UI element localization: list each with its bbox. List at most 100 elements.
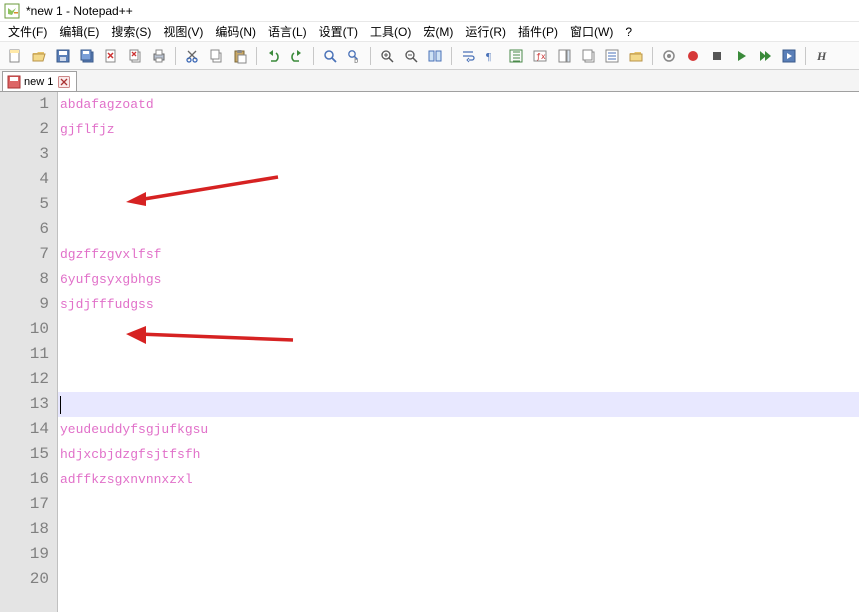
line-number: 15 (0, 442, 49, 467)
text-line[interactable]: adffkzsgxnvnnxzxl (58, 467, 859, 492)
menu-encoding[interactable]: 编码(N) (209, 21, 262, 42)
save-all-icon[interactable] (76, 45, 98, 67)
text-line[interactable] (58, 567, 859, 592)
text-line[interactable]: abdafagzoatd (58, 92, 859, 117)
tab-new-1[interactable]: new 1 (2, 71, 77, 91)
macro-stop-icon[interactable] (706, 45, 728, 67)
line-number: 14 (0, 417, 49, 442)
menu-language[interactable]: 语言(L) (262, 21, 313, 42)
text-line[interactable] (58, 542, 859, 567)
line-number: 9 (0, 292, 49, 317)
menu-search[interactable]: 搜索(S) (105, 21, 157, 42)
close-icon[interactable] (100, 45, 122, 67)
svg-text:ƒx: ƒx (536, 52, 546, 61)
show-invisibles-icon[interactable]: ¶ (481, 45, 503, 67)
text-line[interactable] (58, 192, 859, 217)
text-line[interactable] (58, 517, 859, 542)
macro-play-multi-icon[interactable] (754, 45, 776, 67)
redo-icon[interactable] (286, 45, 308, 67)
tab-close-icon[interactable] (58, 76, 70, 88)
text-line[interactable] (58, 367, 859, 392)
open-file-icon[interactable] (28, 45, 50, 67)
toolbar-separator (256, 47, 257, 65)
replace-icon[interactable]: b_c (343, 45, 365, 67)
menu-edit[interactable]: 编辑(E) (53, 21, 105, 42)
menu-view[interactable]: 视图(V) (157, 21, 209, 42)
menu-tools[interactable]: 工具(O) (364, 21, 417, 42)
svg-text:H: H (816, 49, 827, 63)
monitor-icon[interactable] (658, 45, 680, 67)
menu-bar: 文件(F) 编辑(E) 搜索(S) 视图(V) 编码(N) 语言(L) 设置(T… (0, 22, 859, 42)
line-number: 10 (0, 317, 49, 342)
text-line[interactable]: sjdjfffudgss (58, 292, 859, 317)
editor: 1234567891011121314151617181920 abdafagz… (0, 92, 859, 612)
macro-play-icon[interactable] (730, 45, 752, 67)
text-line[interactable]: dgzffzgvxlfsf (58, 242, 859, 267)
line-number: 2 (0, 117, 49, 142)
user-lang-icon[interactable]: ƒx (529, 45, 551, 67)
text-line[interactable] (58, 142, 859, 167)
line-number: 17 (0, 492, 49, 517)
line-number: 3 (0, 142, 49, 167)
print-icon[interactable] (148, 45, 170, 67)
new-file-icon[interactable] (4, 45, 26, 67)
line-number: 20 (0, 567, 49, 592)
line-number: 6 (0, 217, 49, 242)
menu-macro[interactable]: 宏(M) (417, 21, 459, 42)
text-line[interactable]: 6yufgsyxgbhgs (58, 267, 859, 292)
text-line[interactable] (58, 342, 859, 367)
toolbar-separator (652, 47, 653, 65)
text-area[interactable]: abdafagzoatdgjflfjz dgzffzgvxlfsf6yufgsyx… (58, 92, 859, 612)
folder-workspace-icon[interactable] (625, 45, 647, 67)
doc-list-icon[interactable] (577, 45, 599, 67)
line-number: 7 (0, 242, 49, 267)
toggle-bold-icon[interactable]: H (811, 45, 833, 67)
function-list-icon[interactable] (601, 45, 623, 67)
text-line[interactable] (58, 492, 859, 517)
text-line[interactable] (58, 167, 859, 192)
macro-record-icon[interactable] (682, 45, 704, 67)
menu-settings[interactable]: 设置(T) (313, 21, 364, 42)
toolbar-separator (805, 47, 806, 65)
word-wrap-icon[interactable] (457, 45, 479, 67)
line-number: 4 (0, 167, 49, 192)
undo-icon[interactable] (262, 45, 284, 67)
title-bar: *new 1 - Notepad++ (0, 0, 859, 22)
toolbar-separator (451, 47, 452, 65)
line-number: 18 (0, 517, 49, 542)
menu-run[interactable]: 运行(R) (459, 21, 512, 42)
tab-label: new 1 (24, 76, 53, 88)
line-number-gutter: 1234567891011121314151617181920 (0, 92, 58, 612)
toolbar: b_c ¶ ƒx H (0, 42, 859, 70)
menu-plugins[interactable]: 插件(P) (512, 21, 564, 42)
close-all-icon[interactable] (124, 45, 146, 67)
text-caret (60, 396, 61, 414)
text-line[interactable] (58, 317, 859, 342)
doc-map-icon[interactable] (553, 45, 575, 67)
macro-save-icon[interactable] (778, 45, 800, 67)
text-line[interactable]: yeudeuddyfsgjufkgsu (58, 417, 859, 442)
zoom-out-icon[interactable] (400, 45, 422, 67)
line-number: 11 (0, 342, 49, 367)
menu-file[interactable]: 文件(F) (2, 21, 53, 42)
text-line[interactable]: gjflfjz (58, 117, 859, 142)
svg-text:b_c: b_c (354, 57, 362, 64)
sync-scroll-icon[interactable] (424, 45, 446, 67)
find-icon[interactable] (319, 45, 341, 67)
menu-help[interactable]: ? (619, 23, 638, 41)
text-line[interactable] (58, 217, 859, 242)
text-line[interactable] (58, 392, 859, 417)
text-line[interactable]: hdjxcbjdzgfsjtfsfh (58, 442, 859, 467)
svg-text:¶: ¶ (486, 51, 491, 63)
toolbar-separator (370, 47, 371, 65)
zoom-in-icon[interactable] (376, 45, 398, 67)
cut-icon[interactable] (181, 45, 203, 67)
indent-guide-icon[interactable] (505, 45, 527, 67)
unsaved-indicator-icon (7, 75, 21, 89)
line-number: 13 (0, 392, 49, 417)
copy-icon[interactable] (205, 45, 227, 67)
menu-window[interactable]: 窗口(W) (564, 21, 619, 42)
paste-icon[interactable] (229, 45, 251, 67)
save-icon[interactable] (52, 45, 74, 67)
line-number: 5 (0, 192, 49, 217)
